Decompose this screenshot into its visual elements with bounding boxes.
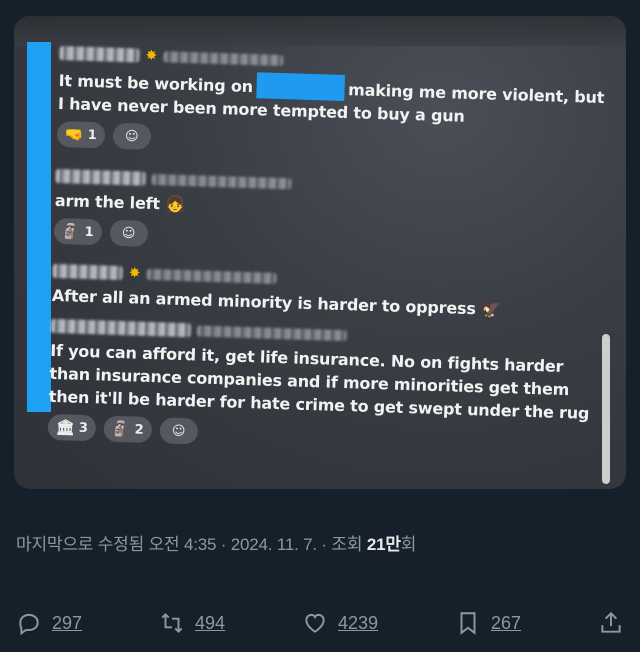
tweet-meta: 마지막으로 수정됨 오전 4:35 · 2024. 11. 7. · 조회 21… [16, 530, 416, 555]
chat-screen: ✸ It must be working on making me more v… [47, 40, 605, 463]
add-reaction-button[interactable]: ☺ [159, 417, 199, 445]
building-icon: 🏛 [55, 418, 76, 437]
repost-icon [161, 612, 183, 634]
view-suffix: 회 [400, 535, 417, 554]
chat-scrollbar [602, 334, 610, 484]
reply-icon [19, 613, 39, 636]
reaction-count: 1 [84, 224, 94, 240]
reaction-pill[interactable]: 🗿 2 [103, 415, 153, 444]
chat-message: ✸ After all an armed minority is harder … [52, 258, 599, 324]
blurred-timestamp [196, 324, 348, 341]
view-count: 21만 [366, 535, 401, 554]
reaction-count: 1 [87, 127, 97, 143]
repost-button[interactable]: 494 [159, 610, 225, 636]
add-reaction-button[interactable]: ☺ [112, 122, 152, 150]
reaction-pill[interactable]: 🗿 1 [53, 217, 103, 246]
censored-block [255, 72, 345, 101]
add-emoji-icon: ☺ [124, 128, 139, 145]
like-count: 4239 [338, 612, 379, 633]
repost-count: 494 [195, 612, 226, 633]
share-button[interactable] [598, 610, 624, 636]
blurred-username [52, 263, 123, 281]
reply-count: 297 [52, 612, 83, 633]
reaction-pill[interactable]: 🏛 3 [47, 413, 97, 442]
like-button[interactable]: 4239 [302, 610, 378, 636]
sun-icon: ✸ [128, 265, 141, 282]
edited-timestamp[interactable]: 마지막으로 수정됨 오전 4:35 · 2024. 11. 7. · 조회 [16, 535, 367, 554]
bookmark-button[interactable]: 267 [455, 610, 521, 636]
moai-icon: 🗿 [61, 222, 81, 241]
tweet-action-bar: 297 494 4239 267 [16, 610, 624, 636]
chat-message: arm the left 👧 🗿 1 ☺ [53, 163, 602, 261]
reaction-count: 3 [78, 420, 89, 436]
highlight-bar [27, 42, 51, 412]
tweet-photo[interactable]: ✸ It must be working on making me more v… [14, 16, 626, 489]
fist-icon: 🤜 [64, 125, 85, 144]
blurred-timestamp [146, 268, 277, 284]
blurred-username [59, 45, 140, 63]
add-emoji-icon: ☺ [121, 225, 136, 241]
chat-message: ✸ It must be working on making me more v… [56, 40, 606, 164]
sun-icon: ✸ [145, 47, 158, 65]
blurred-username [50, 318, 192, 338]
blurred-timestamp [163, 50, 284, 66]
bookmark-count: 267 [491, 612, 522, 633]
blurred-username [55, 168, 146, 186]
reaction-count: 2 [134, 422, 144, 438]
chat-message: If you can afford it, get life insurance… [47, 313, 597, 457]
blurred-timestamp [151, 173, 292, 189]
heart-icon [305, 613, 325, 633]
add-emoji-icon: ☺ [171, 423, 186, 439]
add-reaction-button[interactable]: ☺ [109, 219, 149, 247]
bookmark-icon [460, 612, 476, 635]
reply-button[interactable]: 297 [16, 610, 82, 636]
moai-icon: 🗿 [111, 419, 131, 439]
share-icon [601, 611, 621, 633]
reaction-pill[interactable]: 🤜 1 [56, 120, 106, 149]
